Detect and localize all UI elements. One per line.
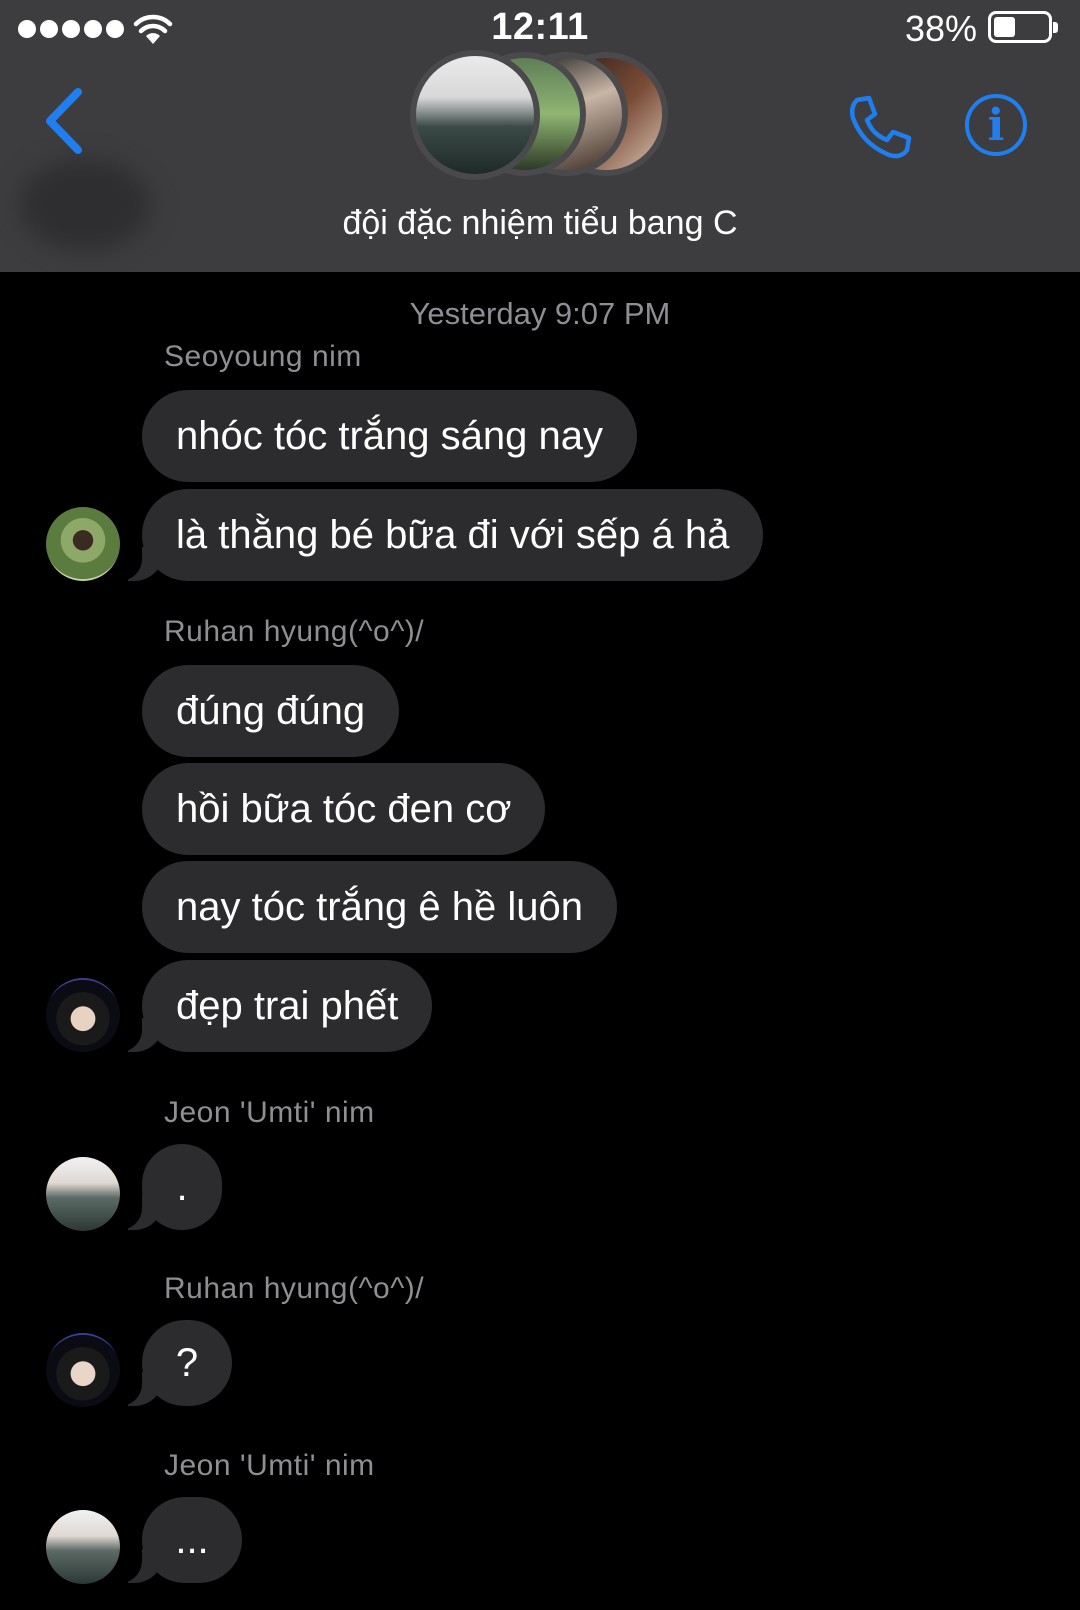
phone-icon [849, 95, 912, 159]
message-bubble[interactable]: nay tóc trắng ê hề luôn [142, 861, 617, 953]
info-icon: i [987, 100, 1005, 151]
group-title[interactable]: đội đặc nhiệm tiểu bang C [0, 204, 1080, 243]
back-button[interactable] [40, 86, 90, 156]
sender-name: Jeon 'Umti' nim [164, 1449, 375, 1482]
sender-avatar[interactable] [46, 507, 120, 581]
sender-avatar[interactable] [46, 1510, 120, 1584]
battery-percentage: 38% [905, 8, 978, 49]
sender-avatar[interactable] [46, 978, 120, 1052]
message-bubble[interactable]: đúng đúng [142, 665, 400, 757]
info-button[interactable]: i [965, 94, 1027, 156]
chat-header: 12:11 38% i đội đặc nhiệm tiểu bang C [0, 0, 1080, 272]
sender-name: Ruhan hyung(^o^)/ [164, 615, 425, 648]
group-avatar-stack[interactable] [410, 50, 680, 180]
message-bubble[interactable]: ... [114, 1497, 242, 1583]
conversation-timestamp: Yesterday 9:07 PM [409, 296, 671, 331]
message-bubble[interactable]: là thằng bé bữa đi với sếp á hả [113, 489, 764, 581]
message-bubble[interactable]: nhóc tóc trắng sáng nay [142, 390, 637, 482]
message-bubble[interactable]: . [114, 1144, 222, 1230]
chevron-left-icon [46, 88, 82, 154]
message-bubble[interactable]: ? [114, 1320, 232, 1406]
sender-avatar[interactable] [46, 1333, 120, 1407]
group-member-avatar [410, 50, 540, 180]
call-button[interactable] [845, 92, 915, 162]
message-bubble[interactable]: hồi bữa tóc đen cơ [142, 763, 546, 855]
sender-avatar[interactable] [46, 1157, 120, 1231]
message-bubble[interactable]: đẹp trai phết [113, 960, 433, 1052]
sender-name: Ruhan hyung(^o^)/ [164, 1272, 425, 1305]
sender-name: Jeon 'Umti' nim [164, 1096, 375, 1129]
sender-name: Seoyoung nim [164, 340, 362, 373]
battery-icon [988, 11, 1058, 43]
